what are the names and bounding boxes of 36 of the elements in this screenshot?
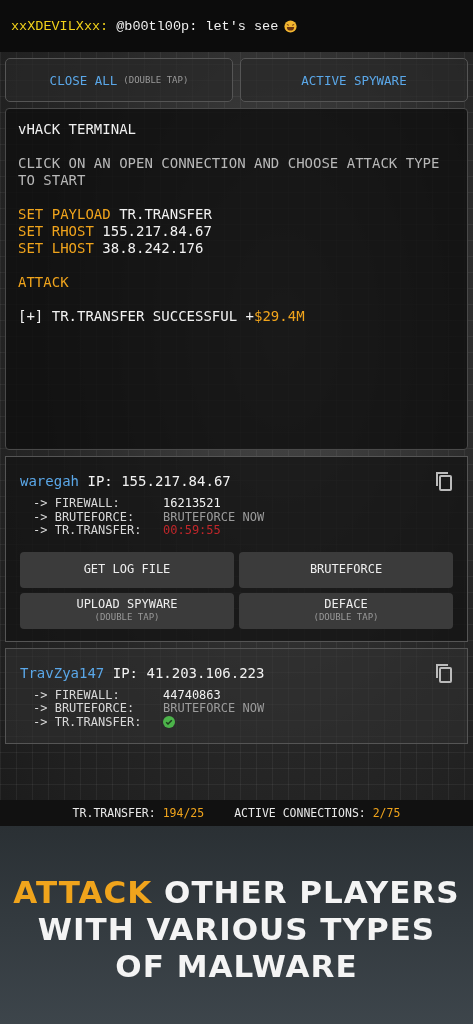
top-button[interactable]: ACTIVE SPYWARE xyxy=(240,58,468,102)
connection-card[interactable]: TravZya147 IP: 41.203.106.223 -> FIREWALL: 44740863 -> BRUTEFORCE: BRUTEFORCE NOW -> TR.TRANSFER: xyxy=(5,647,468,744)
terminal-line: SET PAYLOAD TR.TRANSFER xyxy=(18,206,213,223)
terminal-line: CLICK ON AN OPEN CONNECTION AND CHOOSE ATTACK TYPE TO START xyxy=(18,155,441,189)
action-button[interactable]: DEFACE (DOUBLE TAP) xyxy=(239,592,453,629)
chat-username: xxXDEVILXxx: xyxy=(11,18,109,34)
stat-value: 44740863 xyxy=(163,688,221,702)
promo-caption: ATTACK OTHER PLAYERS WITH VARIOUS TYPES OF MALWARE xyxy=(13,873,460,985)
stat-value[interactable]: BRUTEFORCE NOW xyxy=(163,510,265,524)
chat-message: @b00tl00p: let's see xyxy=(116,18,279,34)
action-button[interactable]: UPLOAD SPYWARE (DOUBLE TAP) xyxy=(20,592,234,629)
stat-label: -> FIREWALL: xyxy=(33,688,121,702)
stat-value: 00:59:55 xyxy=(163,524,221,538)
copy-icon[interactable] xyxy=(435,662,453,683)
terminal-line: ATTACK xyxy=(18,274,70,291)
terminal-line: [+] TR.TRANSFER SUCCESSFUL +$29.4M xyxy=(18,308,306,325)
terminal-line: SET LHOST 38.8.242.176 xyxy=(18,240,205,257)
copy-icon[interactable] xyxy=(435,471,453,491)
stat-label: -> BRUTEFORCE: xyxy=(33,510,136,524)
stat-label: -> TR.TRANSFER: xyxy=(33,715,143,729)
check-icon xyxy=(163,716,175,729)
action-button[interactable]: BRUTEFORCE xyxy=(239,551,453,588)
stat-label: -> FIREWALL: xyxy=(33,497,121,511)
terminal-title: vHACK TERMINAL xyxy=(18,121,137,138)
terminal-line: SET RHOST 155.217.84.67 xyxy=(18,223,213,240)
status-counter: TR.TRANSFER: 194/25 xyxy=(72,806,205,820)
stat-label: -> BRUTEFORCE: xyxy=(33,702,136,716)
top-button[interactable]: CLOSE ALL (DOUBLE TAP) xyxy=(5,58,233,102)
status-counter: ACTIVE CONNECTIONS: 2/75 xyxy=(234,806,401,820)
connection-card[interactable]: waregah IP: 155.217.84.67 -> FIREWALL: 16213521 -> BRUTEFORCE: BRUTEFORCE NOW -> TR.TRANSFER: 00:59:55 GET LOG FILE BRUTEFORCE UPLOAD SPYWARE (DOUBLE TAP) DEFACE (DOUBLE TAP) xyxy=(5,456,468,642)
stat-value[interactable]: BRUTEFORCE NOW xyxy=(163,702,265,716)
action-button[interactable]: GET LOG FILE xyxy=(20,551,234,588)
stat-value: 16213521 xyxy=(163,497,221,511)
connection-title: TravZya147 IP: 41.203.106.223 xyxy=(20,664,265,681)
connection-title: waregah IP: 155.217.84.67 xyxy=(20,473,231,489)
stat-label: -> TR.TRANSFER: xyxy=(33,524,143,538)
